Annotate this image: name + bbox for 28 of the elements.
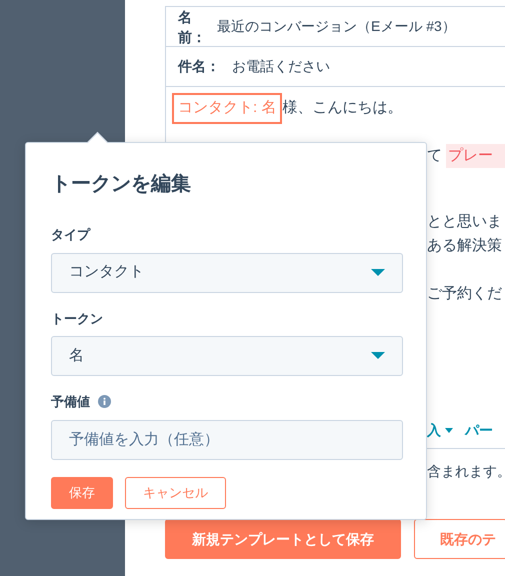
caret-icon	[445, 428, 453, 432]
save-button[interactable]: 保存	[51, 476, 113, 508]
dropdown-select[interactable]: 名	[51, 336, 403, 376]
greeting-text: 様、こんにちは。	[282, 98, 402, 118]
dropdown-select[interactable]: コンタクト	[51, 252, 403, 292]
field-label: 名前：	[178, 8, 202, 46]
caret-icon	[371, 268, 385, 276]
popover-title: トークンを編集	[51, 172, 192, 197]
existing-template-button[interactable]: 既存のテ	[414, 519, 505, 559]
field-label: 件名：	[178, 57, 220, 76]
field-label: 予備値	[51, 393, 90, 411]
input-field[interactable]: 予備値を入力（任意）	[51, 420, 403, 460]
save-template-button[interactable]: 新規テンプレートとして保存	[165, 519, 401, 559]
footer-note: 含まれます。	[427, 462, 505, 480]
toolbar-menu[interactable]: 入	[427, 420, 453, 440]
body-text: とと思いま	[427, 212, 503, 232]
subject-value: お電話ください	[232, 57, 330, 76]
placeholder-tag: プレー	[446, 144, 505, 168]
field-label: トークン	[51, 310, 103, 328]
body-text: ある解決策	[427, 236, 503, 256]
cancel-button[interactable]: キャンセル	[125, 476, 226, 508]
body-text: て	[427, 146, 442, 166]
field-label: タイプ	[51, 226, 90, 244]
body-text: ご予約くだ	[427, 284, 503, 304]
caret-icon	[371, 352, 385, 360]
token-chip[interactable]: コンタクト: 名	[172, 93, 282, 124]
name-value: 最近のコンバージョン（Eメール #3）	[217, 17, 456, 36]
toolbar-menu[interactable]: パー	[465, 420, 493, 440]
